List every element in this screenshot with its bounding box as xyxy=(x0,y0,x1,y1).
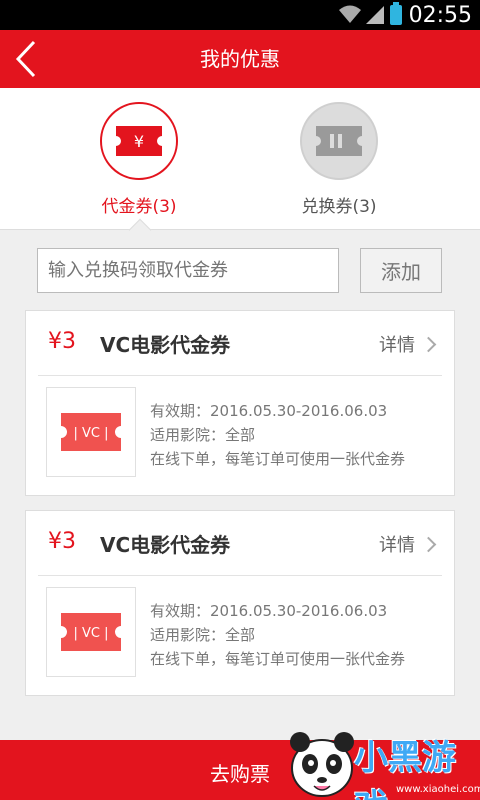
chevron-right-icon xyxy=(420,336,437,352)
voucher-amount: ¥3 xyxy=(48,329,76,354)
signal-icon xyxy=(366,6,384,24)
voucher-usage: 在线下单，每笔订单可使用一张代金券 xyxy=(150,650,406,668)
voucher-tab-circle: ¥ xyxy=(100,102,178,180)
details-label: 详情 xyxy=(379,335,415,356)
voucher-cinemas: 适用影院：全部 xyxy=(150,626,256,644)
status-time: 02:55 xyxy=(408,3,472,28)
voucher-validity: 有效期：2016.05.30-2016.06.03 xyxy=(150,602,388,620)
coupon-tabs: ¥ 代金券(3) 兑换券(3) xyxy=(0,88,480,230)
voucher-thumbnail: | VC | xyxy=(46,387,136,477)
page-title: 我的优惠 xyxy=(200,47,280,71)
voucher-card[interactable]: ¥3 VC电影代金券 详情 | VC | 有效期：2016.05.30-2016… xyxy=(25,510,455,696)
voucher-card-header: ¥3 VC电影代金券 详情 xyxy=(26,511,454,575)
voucher-amount: ¥3 xyxy=(48,529,76,554)
voucher-info: 有效期：2016.05.30-2016.06.03 适用影院：全部 在线下单，每… xyxy=(150,399,405,471)
vc-ticket-icon: | VC | xyxy=(61,413,121,451)
voucher-name: VC电影代金券 xyxy=(100,333,231,357)
exchange-ticket-icon xyxy=(316,126,362,156)
wifi-icon xyxy=(339,5,361,23)
voucher-usage: 在线下单，每笔订单可使用一张代金券 xyxy=(150,450,406,468)
voucher-card[interactable]: ¥3 VC电影代金券 详情 | VC | 有效期：2016.05.30-2016… xyxy=(25,310,455,496)
details-link[interactable]: 详情 xyxy=(379,331,437,357)
card-divider xyxy=(38,575,442,576)
redeem-code-input[interactable] xyxy=(37,248,339,293)
thumb-text: | VC | xyxy=(74,426,109,441)
battery-icon xyxy=(390,2,402,25)
thumb-text: | VC | xyxy=(74,626,109,641)
card-divider xyxy=(38,375,442,376)
watermark-url: www.xiaohei.com xyxy=(396,784,480,795)
tab-voucher-label: 代金券(3) xyxy=(101,197,177,217)
voucher-card-header: ¥3 VC电影代金券 详情 xyxy=(26,311,454,375)
chevron-right-icon xyxy=(420,536,437,552)
add-button[interactable]: 添加 xyxy=(360,248,442,293)
tab-exchange-label: 兑换券(3) xyxy=(301,197,377,217)
tab-exchange[interactable]: 兑换券(3) xyxy=(259,102,419,222)
app-bar: 我的优惠 xyxy=(0,30,480,88)
voucher-name: VC电影代金券 xyxy=(100,533,231,557)
vc-ticket-icon: | VC | xyxy=(61,613,121,651)
exchange-tab-circle xyxy=(300,102,378,180)
voucher-info: 有效期：2016.05.30-2016.06.03 适用影院：全部 在线下单，每… xyxy=(150,599,405,671)
voucher-validity: 有效期：2016.05.30-2016.06.03 xyxy=(150,402,388,420)
voucher-icon: ¥ xyxy=(116,126,162,156)
voucher-cinemas: 适用影院：全部 xyxy=(150,426,256,444)
voucher-thumbnail: | VC | xyxy=(46,587,136,677)
panda-mascot-icon xyxy=(290,732,354,797)
status-bar: 02:55 xyxy=(0,0,480,30)
details-label: 详情 xyxy=(379,535,415,556)
svg-text:¥: ¥ xyxy=(134,132,144,151)
details-link[interactable]: 详情 xyxy=(379,531,437,557)
watermark-logo: 小黑游戏 www.xiaohei.com xyxy=(286,726,480,800)
tab-voucher[interactable]: ¥ 代金券(3) xyxy=(59,102,219,222)
